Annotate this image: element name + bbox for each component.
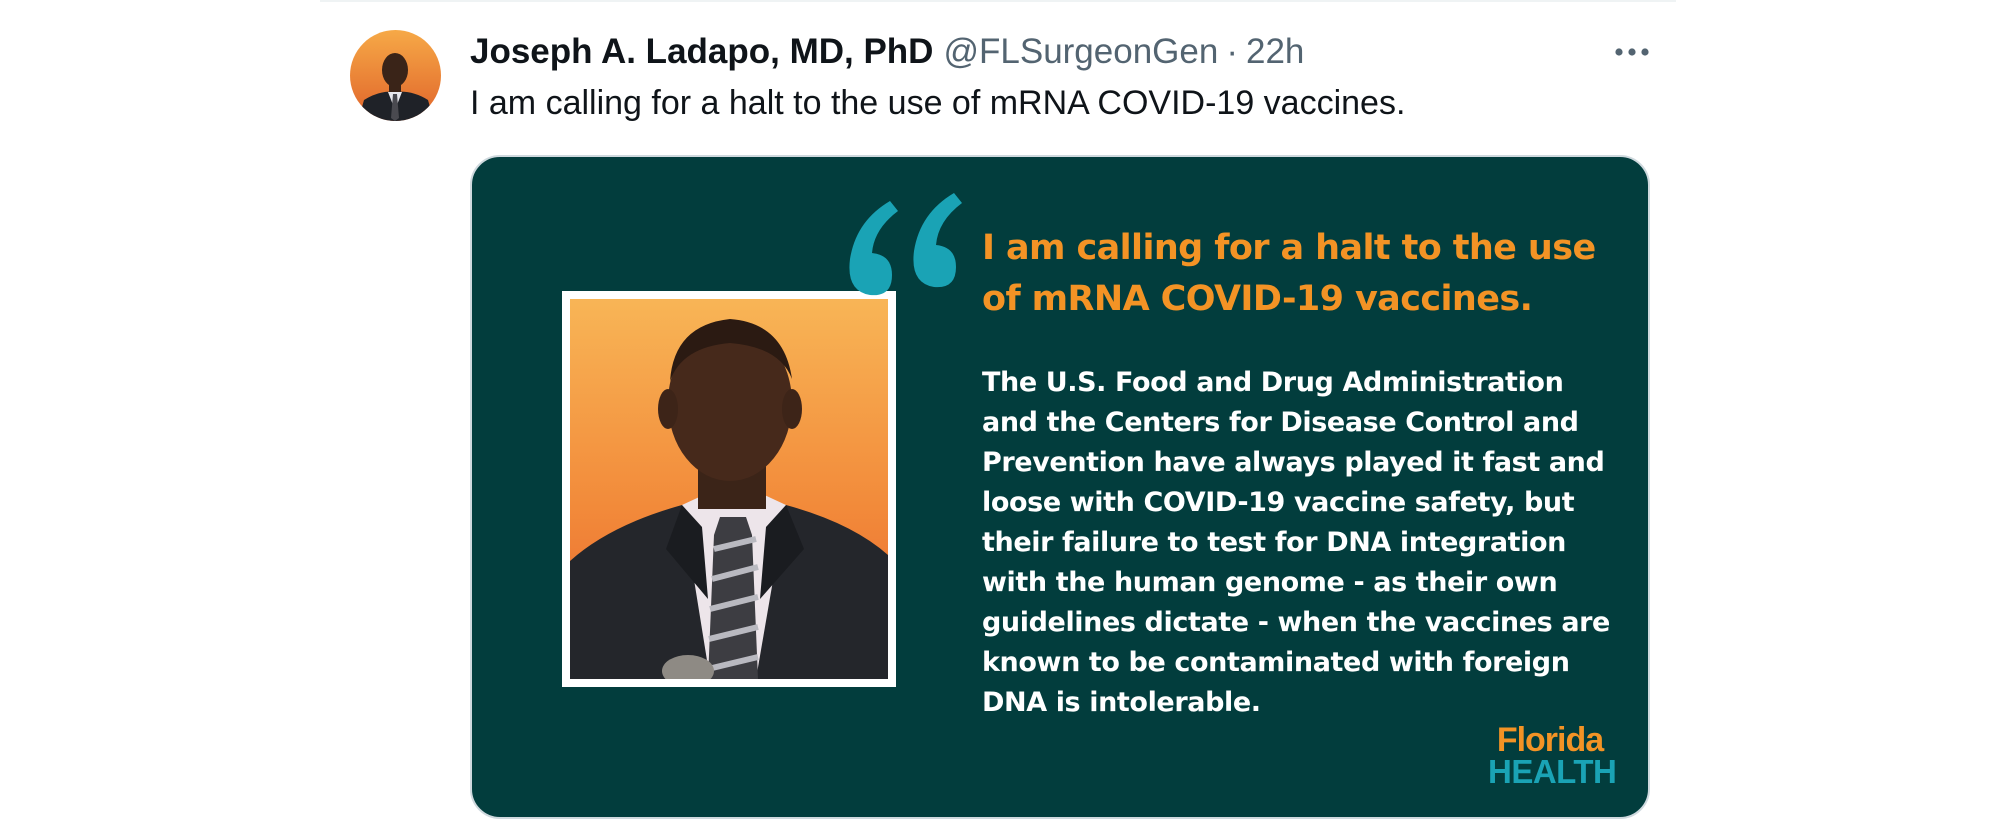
- author-name[interactable]: Joseph A. Ladapo, MD, PhD: [470, 32, 933, 72]
- separator-dot: ·: [1226, 32, 1238, 71]
- author-handle[interactable]: @FLSurgeonGen: [943, 32, 1218, 72]
- florida-health-logo: Florida HEALTH: [1488, 721, 1617, 790]
- quote-mark-icon: [849, 193, 962, 296]
- quote-body: The U.S. Food and Drug Administration an…: [982, 367, 1610, 718]
- logo-health-text: HEALTH: [1488, 753, 1617, 790]
- portrait-image: [570, 299, 888, 679]
- logo-florida-text: Florida: [1496, 721, 1604, 759]
- quote-headline: I am calling for a halt to the use of mR…: [982, 228, 1596, 319]
- more-horizontal-icon: [1615, 48, 1649, 56]
- more-options-button[interactable]: [1608, 30, 1656, 74]
- tweet-timestamp[interactable]: 22h: [1246, 32, 1304, 72]
- portrait-photo: [562, 291, 896, 687]
- author-avatar[interactable]: [350, 30, 441, 121]
- avatar-image: [350, 30, 441, 121]
- top-divider: [320, 0, 1676, 2]
- tweet-header: Joseph A. Ladapo, MD, PhD @FLSurgeonGen …: [470, 28, 1304, 76]
- tweet-text: I am calling for a halt to the use of mR…: [470, 84, 1406, 122]
- tweet-media-image[interactable]: I am calling for a halt to the use of mR…: [470, 155, 1650, 819]
